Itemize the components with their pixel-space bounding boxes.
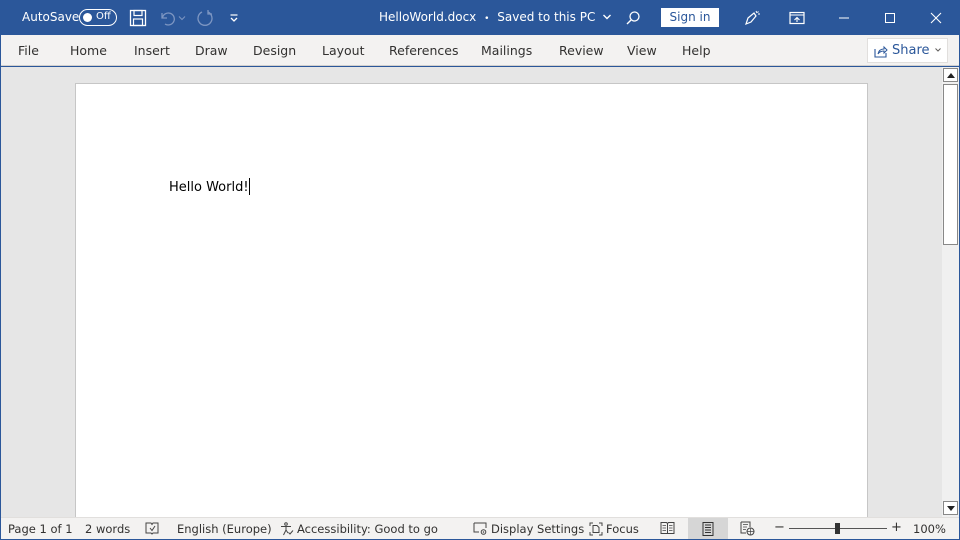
close-icon <box>930 12 942 23</box>
close-button[interactable] <box>913 0 959 35</box>
document-name: HelloWorld.docx <box>379 10 477 24</box>
tab-review[interactable]: Review <box>559 43 604 58</box>
scroll-down-button[interactable] <box>943 501 958 515</box>
maximize-button[interactable] <box>867 0 913 35</box>
autosave-toggle[interactable]: Off <box>79 9 117 26</box>
redo-icon[interactable] <box>195 8 215 28</box>
share-dropdown-icon[interactable] <box>934 46 942 54</box>
toggle-knob <box>83 13 92 22</box>
maximize-icon <box>885 12 895 23</box>
share-icon <box>874 45 888 58</box>
zoom-level[interactable]: 100% <box>913 522 946 536</box>
zoom-out-button[interactable]: − <box>774 520 785 535</box>
designer-icon[interactable] <box>742 8 762 28</box>
minimize-icon <box>839 17 849 18</box>
undo-dropdown-icon[interactable] <box>176 8 188 28</box>
tab-layout[interactable]: Layout <box>322 43 365 58</box>
text-cursor <box>248 178 250 195</box>
zoom-in-button[interactable]: + <box>891 520 902 535</box>
status-bar: Page 1 of 1 2 words English (Europe) Acc… <box>1 517 959 539</box>
tab-draw[interactable]: Draw <box>195 43 228 58</box>
language-status[interactable]: English (Europe) <box>177 522 272 536</box>
tab-home[interactable]: Home <box>70 43 107 58</box>
autosave-state: Off <box>96 11 111 22</box>
focus-icon <box>589 522 603 536</box>
document-title[interactable]: HelloWorld.docx • Saved to this PC <box>379 10 612 24</box>
focus-button[interactable]: Focus <box>589 522 639 536</box>
scroll-up-button[interactable] <box>943 68 958 82</box>
tab-help[interactable]: Help <box>682 43 711 58</box>
scroll-thumb[interactable] <box>943 84 958 245</box>
share-button[interactable]: Share <box>867 38 948 63</box>
ribbon-tabs: File Home Insert Draw Design Layout Refe… <box>1 35 959 66</box>
customize-qat-icon[interactable] <box>224 8 244 28</box>
focus-label: Focus <box>606 522 639 536</box>
zoom-slider-thumb[interactable] <box>835 523 840 534</box>
web-layout-icon <box>740 521 755 536</box>
display-settings-button[interactable]: Display Settings <box>473 522 584 536</box>
accessibility-status[interactable]: Accessibility: Good to go <box>280 522 438 536</box>
web-layout-button[interactable] <box>740 521 755 539</box>
title-separator: • <box>484 14 490 24</box>
save-icon[interactable] <box>128 8 148 28</box>
print-layout-icon <box>702 521 714 536</box>
document-body[interactable]: Hello World! <box>169 178 250 195</box>
autosave-label: AutoSave <box>22 10 80 24</box>
page-count[interactable]: Page 1 of 1 <box>8 522 73 536</box>
display-settings-icon <box>473 522 487 535</box>
word-count[interactable]: 2 words <box>85 522 130 536</box>
tab-insert[interactable]: Insert <box>134 43 170 58</box>
tab-mailings[interactable]: Mailings <box>481 43 532 58</box>
document-page[interactable]: Hello World! <box>75 83 868 517</box>
tab-design[interactable]: Design <box>253 43 296 58</box>
minimize-button[interactable] <box>821 0 867 35</box>
chevron-down-icon <box>603 14 612 20</box>
accessibility-icon <box>281 522 294 536</box>
display-settings-label: Display Settings <box>491 522 585 536</box>
read-mode-button[interactable] <box>660 521 675 538</box>
print-layout-button[interactable] <box>688 518 728 539</box>
tab-file[interactable]: File <box>18 43 39 58</box>
vertical-scrollbar[interactable] <box>942 67 959 517</box>
arrow-up-icon <box>946 72 955 78</box>
arrow-down-icon <box>946 505 955 511</box>
accessibility-label: Accessibility: Good to go <box>297 522 438 536</box>
document-canvas: Hello World! <box>1 67 942 517</box>
proofing-icon[interactable] <box>145 521 159 538</box>
tab-references[interactable]: References <box>389 43 458 58</box>
share-label: Share <box>892 43 930 58</box>
undo-icon[interactable] <box>157 8 177 28</box>
search-icon[interactable] <box>623 8 643 28</box>
ribbon-display-icon[interactable] <box>787 8 807 28</box>
title-bar: AutoSave Off HelloWorld.docx • Saved to … <box>0 0 960 35</box>
read-mode-icon <box>660 522 675 534</box>
paragraph-text[interactable]: Hello World! <box>169 180 249 195</box>
save-status: Saved to this PC <box>497 10 596 24</box>
tab-view[interactable]: View <box>627 43 657 58</box>
sign-in-button[interactable]: Sign in <box>661 8 719 27</box>
